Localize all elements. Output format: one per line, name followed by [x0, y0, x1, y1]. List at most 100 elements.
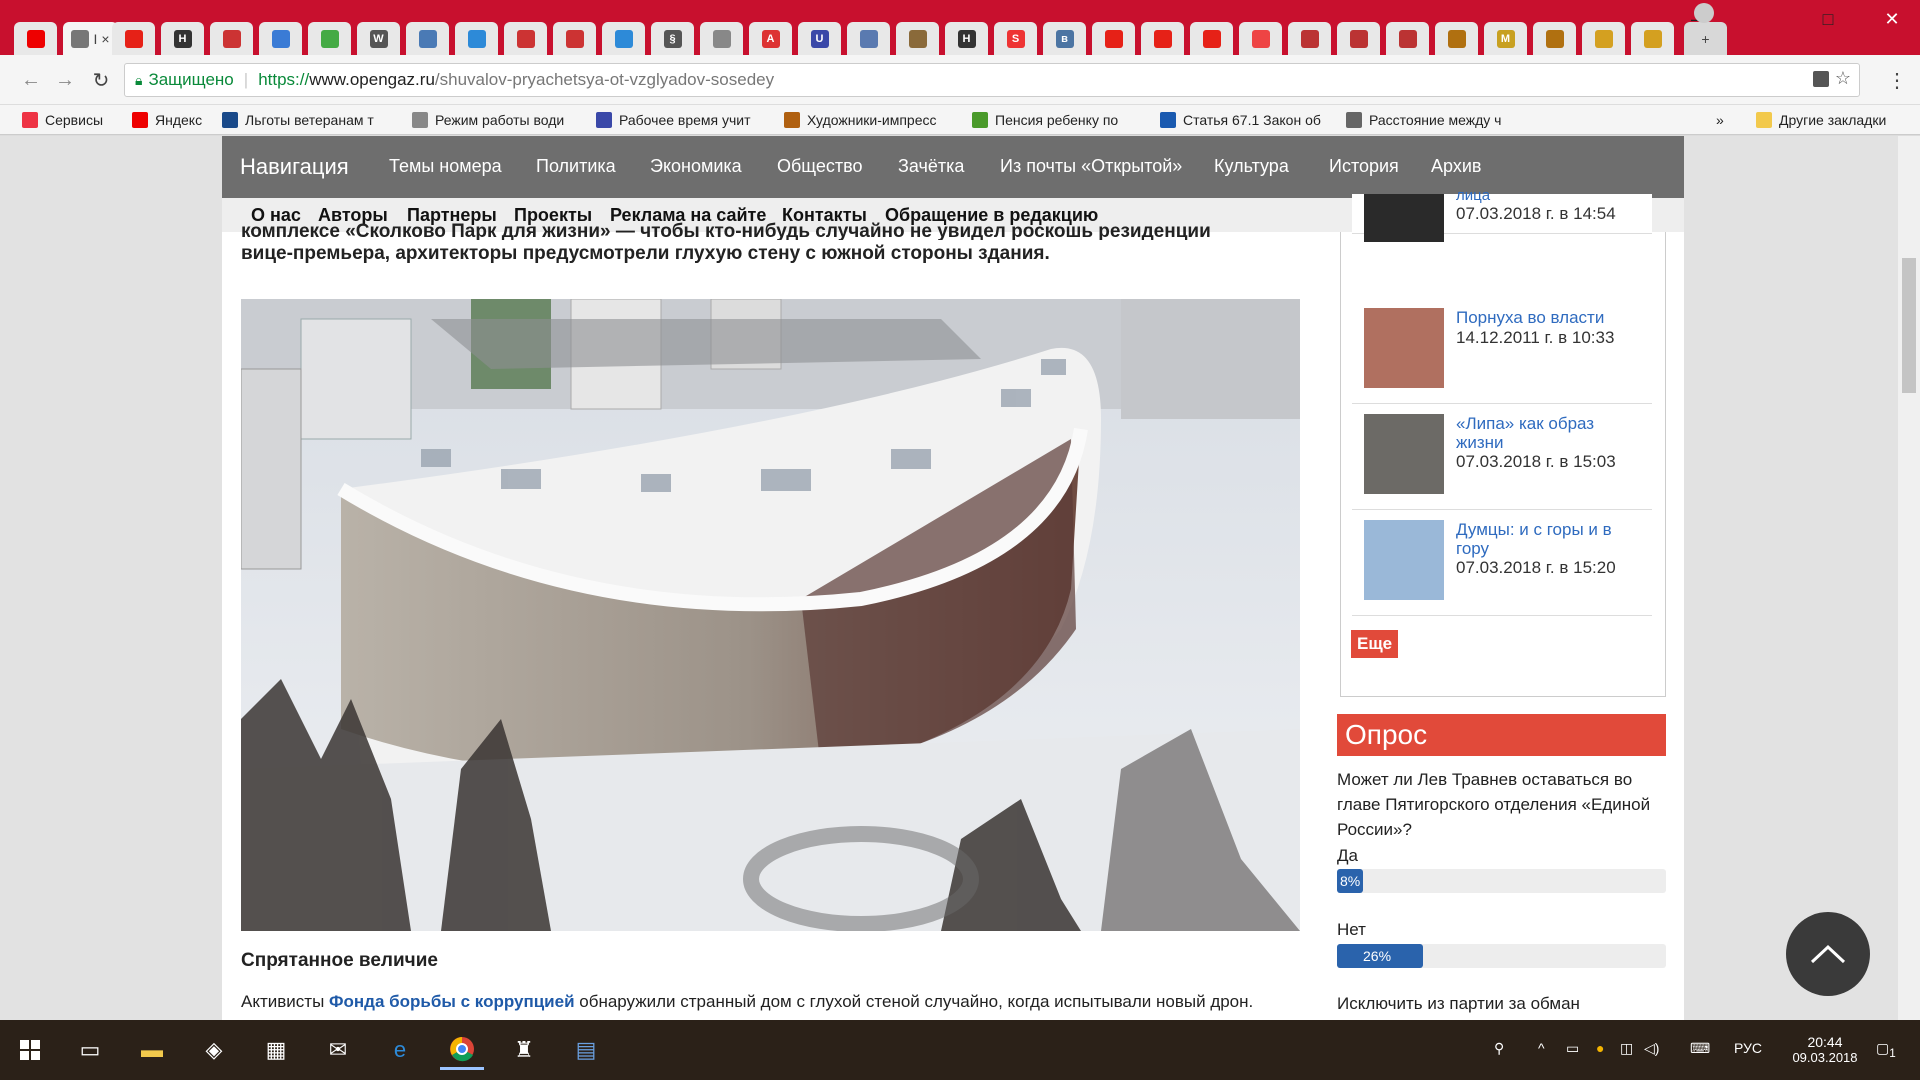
nav-item-2[interactable]: Политика	[536, 156, 616, 177]
chrome-icon[interactable]	[440, 1030, 484, 1070]
extension-icon[interactable]	[1813, 71, 1829, 87]
tab-coin[interactable]	[1533, 22, 1576, 55]
news-item[interactable]: лица 07.03.2018 г. в 14:54	[1352, 187, 1652, 242]
tab-search[interactable]: S	[994, 22, 1037, 55]
poll-option-expel[interactable]: Исключить из партии за обман	[1337, 994, 1580, 1014]
news-item[interactable]: Порнуха во власти 14.12.2011 г. в 10:33	[1352, 300, 1652, 404]
bookmark-1[interactable]: Яндекс	[132, 110, 212, 130]
tab-hh[interactable]: H	[945, 22, 988, 55]
tab-youtube[interactable]	[112, 22, 155, 55]
tab-youtube[interactable]	[1092, 22, 1135, 55]
tab-pocket[interactable]	[1239, 22, 1282, 55]
bookmark-4[interactable]: Рабочее время учит	[596, 110, 776, 130]
bookmark-star-icon[interactable]: ☆	[1835, 68, 1851, 89]
tab-game[interactable]	[1288, 22, 1331, 55]
document-icon[interactable]: ▤	[564, 1030, 608, 1070]
people-icon[interactable]: ⚲	[1494, 1040, 1504, 1057]
language-indicator[interactable]: РУС	[1734, 1040, 1762, 1056]
tab-game[interactable]	[1386, 22, 1429, 55]
bookmark-2[interactable]: Льготы ветеранам т	[222, 110, 402, 130]
tab-page[interactable]: I ×	[63, 22, 118, 55]
poll-option-yes[interactable]: Да	[1337, 846, 1358, 866]
tab-shield[interactable]	[259, 22, 302, 55]
tab-emblem[interactable]	[1631, 22, 1674, 55]
file-explorer-icon[interactable]: ▬	[130, 1030, 174, 1070]
news-item[interactable]: «Липа» как образ жизни 07.03.2018 г. в 15…	[1352, 406, 1652, 510]
tab-vk[interactable]: в	[1043, 22, 1086, 55]
tab-yandex[interactable]	[14, 22, 57, 55]
fbk-link[interactable]: Фонда борьбы с коррупцией	[329, 992, 575, 1011]
reload-icon[interactable]: ↻	[88, 67, 114, 93]
tab-mail[interactable]	[210, 22, 253, 55]
tab-game[interactable]	[1337, 22, 1380, 55]
chrome-tray-icon[interactable]: ●	[1596, 1040, 1604, 1056]
tab-mail[interactable]	[553, 22, 596, 55]
scroll-to-top-button[interactable]	[1786, 912, 1870, 996]
news-title[interactable]: «Липа» как образ жизни	[1456, 414, 1646, 452]
scrollbar-thumb[interactable]	[1902, 258, 1916, 393]
tab-people[interactable]	[847, 22, 890, 55]
nav-item-7[interactable]: Культура	[1214, 156, 1289, 177]
nav-item-3[interactable]: Экономика	[650, 156, 742, 177]
page-scrollbar[interactable]	[1898, 136, 1920, 1020]
tab-hh[interactable]: H	[161, 22, 204, 55]
clock[interactable]: 20:44 09.03.2018	[1790, 1034, 1860, 1065]
tab-court[interactable]	[700, 22, 743, 55]
nav-item-6[interactable]: Из почты «Открытой»	[1000, 156, 1182, 177]
news-title[interactable]: лица	[1456, 186, 1646, 205]
network-icon[interactable]: ◫	[1620, 1040, 1633, 1057]
tab-mail[interactable]	[504, 22, 547, 55]
task-view-icon[interactable]: ▭	[68, 1030, 112, 1070]
tab-law[interactable]: §	[651, 22, 694, 55]
notifications-icon[interactable]: ▢1	[1876, 1040, 1896, 1060]
tab-box[interactable]	[1435, 22, 1478, 55]
tab-pdf[interactable]: A	[749, 22, 792, 55]
bookmarks-overflow-button[interactable]: »	[1716, 110, 1724, 130]
tray-chevron-icon[interactable]: ^	[1538, 1040, 1545, 1056]
tank-game-icon[interactable]: ♜	[502, 1030, 546, 1070]
tab-chrome[interactable]	[308, 22, 351, 55]
battery-icon[interactable]: ▭	[1566, 1040, 1579, 1057]
poll-option-no[interactable]: Нет	[1337, 920, 1366, 940]
calculator-icon[interactable]: ▦	[254, 1030, 298, 1070]
tab-youtube[interactable]	[1190, 22, 1233, 55]
tab-gov[interactable]	[896, 22, 939, 55]
news-thumbnail[interactable]	[1364, 194, 1444, 242]
nav-item-4[interactable]: Общество	[777, 156, 863, 177]
tab-globe[interactable]	[406, 22, 449, 55]
tab-emblem[interactable]	[1582, 22, 1625, 55]
news-item[interactable]: Думцы: и с горы и в гору 07.03.2018 г. в …	[1352, 512, 1652, 616]
close-button[interactable]: ✕	[1866, 0, 1918, 38]
news-thumbnail[interactable]	[1364, 308, 1444, 388]
profile-icon[interactable]	[1694, 3, 1714, 23]
back-icon[interactable]: ←	[18, 67, 44, 93]
keyboard-icon[interactable]: ⌨	[1690, 1040, 1710, 1057]
maximize-button[interactable]: □	[1802, 0, 1854, 38]
news-title[interactable]: Порнуха во власти	[1456, 308, 1646, 327]
news-thumbnail[interactable]	[1364, 520, 1444, 600]
bookmark-3[interactable]: Режим работы води	[412, 110, 582, 130]
forward-icon[interactable]: →	[52, 67, 78, 93]
tab-edge[interactable]	[602, 22, 645, 55]
start-icon[interactable]	[8, 1030, 52, 1070]
other-bookmarks[interactable]: Другие закладки	[1756, 110, 1886, 130]
bookmark-7[interactable]: Статья 67.1 Закон об	[1160, 110, 1340, 130]
more-button[interactable]: Еще	[1351, 630, 1399, 658]
news-title[interactable]: Думцы: и с горы и в гору	[1456, 520, 1646, 558]
close-tab-icon[interactable]: ×	[101, 31, 109, 47]
nav-item-8[interactable]: История	[1329, 156, 1399, 177]
bookmark-6[interactable]: Пенсия ребенку по	[972, 110, 1152, 130]
tab-wikipedia[interactable]: W	[357, 22, 400, 55]
bookmark-5[interactable]: Художники-импресс	[784, 110, 964, 130]
tab-youtube[interactable]	[1141, 22, 1184, 55]
bookmark-8[interactable]: Расстояние между ч	[1346, 110, 1526, 130]
nav-item-5[interactable]: Зачётка	[898, 156, 964, 177]
volume-icon[interactable]: ◁)	[1644, 1040, 1659, 1057]
mail-icon[interactable]: ✉	[316, 1030, 360, 1070]
nav-item-9[interactable]: Архив	[1431, 156, 1481, 177]
menu-icon[interactable]: ⋮	[1884, 67, 1910, 93]
bookmark-0[interactable]: Сервисы	[22, 110, 122, 130]
url-input[interactable]: 🔒︎ Защищено | https:// www.opengaz.ru /s…	[124, 63, 1860, 97]
tab-u[interactable]: U	[798, 22, 841, 55]
game-app-icon[interactable]: ◈	[192, 1030, 236, 1070]
